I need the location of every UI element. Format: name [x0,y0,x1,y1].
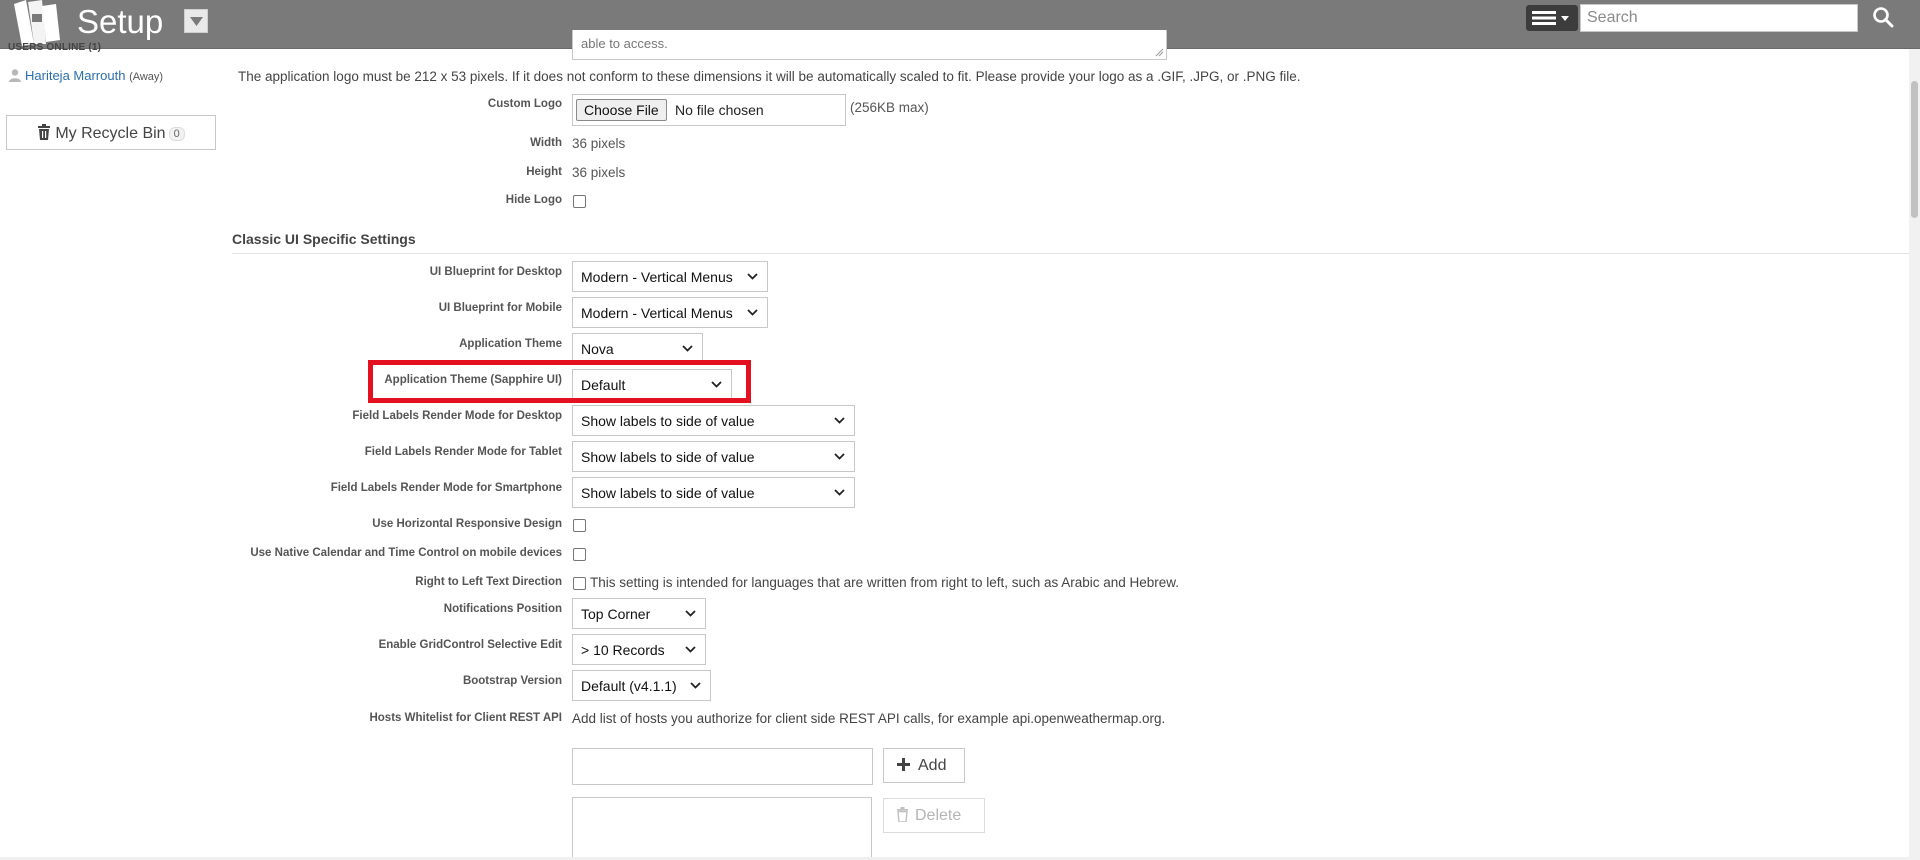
field-labels-smartphone-value: Show labels to side of value [581,485,755,501]
gridcontrol-edit-value: > 10 Records [581,642,665,658]
description-textarea[interactable]: able to access. [572,30,1167,60]
recycle-bin-button[interactable]: My Recycle Bin 0 [6,115,216,150]
online-user-row: Hariteja Marrouth (Away) [8,68,163,83]
blueprint-mobile-label: UI Blueprint for Mobile [438,302,562,314]
host-entry-input[interactable] [572,748,873,785]
hamburger-menu-icon [1532,11,1569,25]
add-host-button[interactable]: Add [883,748,965,783]
chevron-down-icon [685,610,696,617]
logo-size-note: The application logo must be 212 x 53 pi… [238,69,1301,84]
app-theme-value: Nova [581,341,614,357]
chevron-down-icon [834,489,845,496]
native-calendar-checkbox[interactable] [573,548,586,561]
horizontal-responsive-checkbox[interactable] [573,519,586,532]
field-labels-tablet-value: Show labels to side of value [581,449,755,465]
horizontal-responsive-label: Use Horizontal Responsive Design [372,518,562,530]
blueprint-desktop-value: Modern - Vertical Menus [581,269,733,285]
hosts-whitelist-help: Add list of hosts you authorize for clie… [572,711,1166,726]
rtl-checkbox[interactable] [573,577,586,590]
chevron-down-icon [682,345,693,352]
chevron-down-icon [834,417,845,424]
chevron-down-icon [834,453,845,460]
bootstrap-version-value: Default (v4.1.1) [581,678,677,694]
section-divider [232,253,1910,254]
field-labels-tablet-label: Field Labels Render Mode for Tablet [364,446,562,458]
field-labels-smartphone-label: Field Labels Render Mode for Smartphone [330,482,562,494]
notifications-position-select[interactable]: Top Corner [572,598,706,629]
choose-file-button[interactable]: Choose File [576,99,667,121]
blueprint-desktop-label: UI Blueprint for Desktop [429,266,562,278]
page-title: Setup [77,3,164,40]
custom-logo-file-input[interactable]: Choose File No file chosen [572,94,846,126]
notifications-position-label: Notifications Position [443,603,562,615]
blueprint-mobile-select[interactable]: Modern - Vertical Menus [572,297,768,328]
user-icon [9,69,21,82]
gridcontrol-edit-select[interactable]: > 10 Records [572,634,706,665]
app-logo-icon[interactable] [12,0,66,46]
custom-logo-label: Custom Logo [487,98,562,110]
hosts-whitelist-label: Hosts Whitelist for Client REST API [369,712,562,724]
field-labels-desktop-select[interactable]: Show labels to side of value [572,405,855,436]
field-labels-desktop-value: Show labels to side of value [581,413,755,429]
field-labels-desktop-label: Field Labels Render Mode for Desktop [352,410,562,422]
resize-grip-icon[interactable] [1155,48,1164,57]
trash-icon [38,124,51,140]
width-value: 36 pixels [572,136,626,151]
classic-ui-section-title: Classic UI Specific Settings [232,231,416,247]
chevron-down-icon [685,646,696,653]
height-value: 36 pixels [572,165,626,180]
field-labels-smartphone-select[interactable]: Show labels to side of value [572,477,855,508]
recycle-bin-count: 0 [168,127,185,141]
search-icon[interactable] [1872,6,1894,28]
plus-icon [897,758,910,771]
field-labels-tablet-select[interactable]: Show labels to side of value [572,441,855,472]
user-status: (Away) [129,71,164,83]
caret-down-icon [190,17,203,26]
hosts-list-box[interactable] [572,797,872,860]
scrollbar-thumb[interactable] [1911,81,1918,218]
rtl-description: This setting is intended for languages t… [590,575,1180,590]
user-name-link[interactable]: Hariteja Marrouth [25,68,125,83]
blueprint-desktop-select[interactable]: Modern - Vertical Menus [572,261,768,292]
hide-logo-label: Hide Logo [505,194,562,206]
hamburger-menu-button[interactable] [1526,5,1578,31]
bootstrap-version-select[interactable]: Default (v4.1.1) [572,670,711,701]
title-dropdown-button[interactable] [184,9,208,33]
users-online-heading: USERS ONLINE (1) [8,42,102,53]
rtl-label: Right to Left Text Direction [415,576,562,588]
width-label: Width [530,137,562,149]
vertical-scrollbar[interactable] [1909,49,1920,860]
hide-logo-checkbox[interactable] [573,195,586,208]
native-calendar-label: Use Native Calendar and Time Control on … [250,547,562,559]
recycle-bin-label: My Recycle Bin [55,125,166,142]
trash-icon [897,807,908,822]
delete-host-button[interactable]: Delete [883,798,985,833]
delete-host-label: Delete [915,807,962,824]
notifications-position-value: Top Corner [581,606,651,622]
chevron-down-icon [747,273,758,280]
no-file-chosen-text: No file chosen [675,102,764,118]
height-label: Height [526,166,562,178]
chevron-down-icon [747,309,758,316]
search-input[interactable] [1580,4,1858,32]
chevron-down-icon [690,682,701,689]
file-max-size: (256KB max) [850,100,929,115]
description-text: able to access. [581,36,668,51]
app-theme-label: Application Theme [459,338,562,350]
blueprint-mobile-value: Modern - Vertical Menus [581,305,733,321]
highlight-annotation-box [368,360,751,403]
gridcontrol-edit-label: Enable GridControl Selective Edit [378,639,562,651]
bootstrap-version-label: Bootstrap Version [462,675,562,687]
add-host-label: Add [918,757,947,774]
